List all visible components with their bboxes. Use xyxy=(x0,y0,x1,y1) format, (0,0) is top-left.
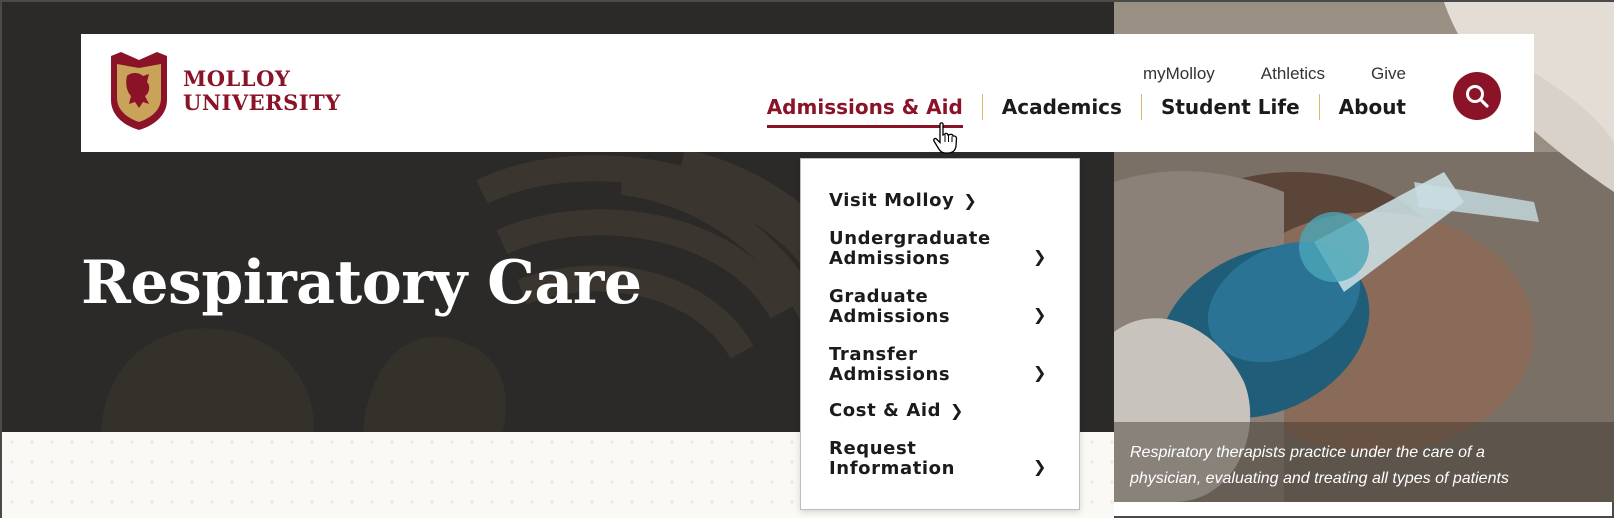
dropdown-item-request-information[interactable]: Request Information xyxy=(829,439,955,479)
main-nav: Admissions & Aid Academics Student Life … xyxy=(766,92,1406,128)
logo-wordmark: MOLLOY UNIVERSITY xyxy=(183,67,341,115)
logo-line-1: MOLLOY xyxy=(183,66,291,91)
util-link-mymolloy[interactable]: myMolloy xyxy=(1143,64,1215,84)
chevron-right-icon: ❯ xyxy=(1033,457,1047,476)
crest-icon xyxy=(111,52,167,130)
search-icon xyxy=(1466,85,1489,108)
chevron-right-icon: ❯ xyxy=(1033,363,1047,382)
chevron-right-icon: ❯ xyxy=(1033,247,1047,266)
util-link-athletics[interactable]: Athletics xyxy=(1261,64,1325,84)
university-logo[interactable]: MOLLOY UNIVERSITY xyxy=(109,50,341,132)
admissions-dropdown-menu: Visit Molloy ❯ Undergraduate Admissions … xyxy=(800,158,1080,510)
dropdown-item-transfer-admissions[interactable]: Transfer Admissions xyxy=(829,345,950,385)
dropdown-item-graduate-admissions[interactable]: Graduate Admissions xyxy=(829,287,950,327)
dropdown-item-visit-molloy[interactable]: Visit Molloy ❯ xyxy=(829,191,977,211)
search-button[interactable] xyxy=(1453,72,1501,120)
dropdown-item-cost-aid[interactable]: Cost & Aid ❯ xyxy=(829,401,964,421)
nav-student-life[interactable]: Student Life xyxy=(1142,92,1319,122)
chevron-right-icon: ❯ xyxy=(1033,305,1047,324)
utility-nav: myMolloy Athletics Give xyxy=(1143,64,1406,84)
nav-admissions-aid[interactable]: Admissions & Aid xyxy=(766,92,982,128)
chevron-right-icon: ❯ xyxy=(963,191,978,210)
dropdown-item-undergraduate-admissions[interactable]: Undergraduate Admissions xyxy=(829,229,991,269)
nav-academics[interactable]: Academics xyxy=(983,92,1141,122)
logo-line-2: UNIVERSITY xyxy=(183,90,341,115)
photo-caption: Respiratory therapists practice under th… xyxy=(1130,444,1509,487)
site-header: MOLLOY UNIVERSITY myMolloy Athletics Giv… xyxy=(81,34,1534,152)
chevron-right-icon: ❯ xyxy=(950,401,965,420)
page-title: Respiratory Care xyxy=(81,248,642,318)
util-link-give[interactable]: Give xyxy=(1371,64,1406,84)
nav-about[interactable]: About xyxy=(1320,92,1406,122)
hand-cursor-icon xyxy=(933,122,958,154)
